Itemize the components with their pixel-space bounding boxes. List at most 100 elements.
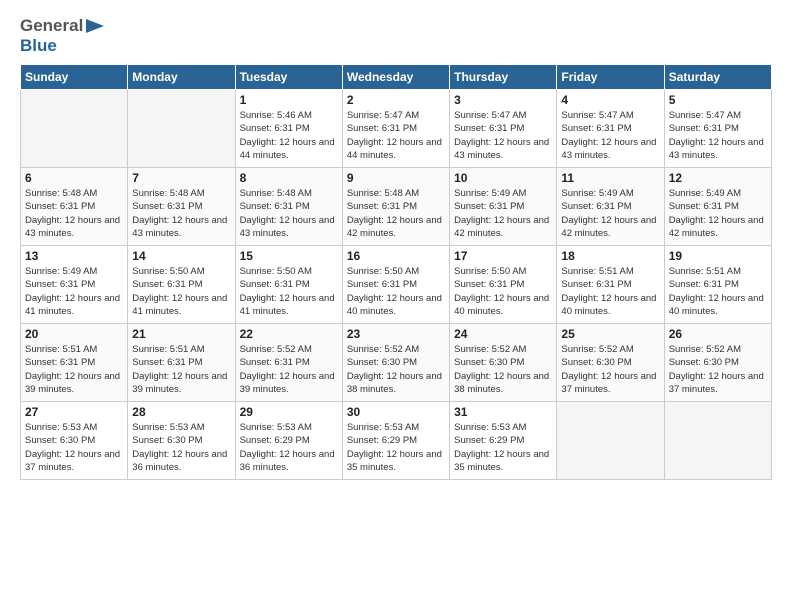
calendar-day-cell: 17 Sunrise: 5:50 AM Sunset: 6:31 PM Dayli… — [450, 246, 557, 324]
calendar-day-cell: 25Sunrise: 5:52 AM Sunset: 6:30 PM Dayli… — [557, 324, 664, 402]
day-number: 17 — [454, 249, 552, 263]
day-number: 9 — [347, 171, 445, 185]
day-info: Sunrise: 5:47 AM Sunset: 6:31 PM Dayligh… — [669, 109, 767, 162]
day-info: Sunrise: 5:52 AM Sunset: 6:30 PM Dayligh… — [561, 343, 659, 396]
calendar-day-cell: 1 Sunrise: 5:46 AM Sunset: 6:31 PM Daylig… — [235, 90, 342, 168]
day-info: Sunrise: 5:52 AM Sunset: 6:30 PM Dayligh… — [347, 343, 445, 396]
day-number: 23 — [347, 327, 445, 341]
calendar-day-cell — [21, 90, 128, 168]
day-info: Sunrise: 5:50 AM Sunset: 6:31 PM Dayligh… — [347, 265, 445, 318]
calendar-day-cell: 23 Sunrise: 5:52 AM Sunset: 6:30 PM Dayli… — [342, 324, 449, 402]
day-info: Sunrise: 5:48 AM Sunset: 6:31 PM Dayligh… — [240, 187, 338, 240]
day-number: 28 — [132, 405, 230, 419]
day-number: 10 — [454, 171, 552, 185]
calendar-day-cell: 30Sunrise: 5:53 AM Sunset: 6:29 PM Dayli… — [342, 402, 449, 480]
calendar-day-cell: 20 Sunrise: 5:51 AM Sunset: 6:31 PM Dayli… — [21, 324, 128, 402]
calendar-day-cell: 13 Sunrise: 5:49 AM Sunset: 6:31 PM Dayli… — [21, 246, 128, 324]
header: General Blue — [20, 16, 772, 56]
calendar-week-row: 1 Sunrise: 5:46 AM Sunset: 6:31 PM Daylig… — [21, 90, 772, 168]
day-number: 31 — [454, 405, 552, 419]
calendar-day-cell: 14 Sunrise: 5:50 AM Sunset: 6:31 PM Dayli… — [128, 246, 235, 324]
logo-general-text: General — [20, 16, 83, 36]
day-info: Sunrise: 5:49 AM Sunset: 6:31 PM Dayligh… — [454, 187, 552, 240]
day-info: Sunrise: 5:47 AM Sunset: 6:31 PM Dayligh… — [347, 109, 445, 162]
day-info: Sunrise: 5:52 AM Sunset: 6:30 PM Dayligh… — [454, 343, 552, 396]
calendar-day-cell — [557, 402, 664, 480]
day-number: 24 — [454, 327, 552, 341]
calendar-week-row: 27 Sunrise: 5:53 AM Sunset: 6:30 PM Dayli… — [21, 402, 772, 480]
day-info: Sunrise: 5:51 AM Sunset: 6:31 PM Dayligh… — [132, 343, 230, 396]
calendar-day-cell: 12 Sunrise: 5:49 AM Sunset: 6:31 PM Dayli… — [664, 168, 771, 246]
calendar-day-cell: 10 Sunrise: 5:49 AM Sunset: 6:31 PM Dayli… — [450, 168, 557, 246]
day-info: Sunrise: 5:53 AM Sunset: 6:29 PM Dayligh… — [240, 421, 338, 474]
calendar-day-cell: 26 Sunrise: 5:52 AM Sunset: 6:30 PM Dayli… — [664, 324, 771, 402]
day-info: Sunrise: 5:50 AM Sunset: 6:31 PM Dayligh… — [132, 265, 230, 318]
day-info: Sunrise: 5:53 AM Sunset: 6:30 PM Dayligh… — [25, 421, 123, 474]
day-number: 12 — [669, 171, 767, 185]
logo-blue-text: Blue — [20, 36, 57, 55]
day-number: 29 — [240, 405, 338, 419]
day-number: 11 — [561, 171, 659, 185]
calendar-day-cell: 6 Sunrise: 5:48 AM Sunset: 6:31 PM Daylig… — [21, 168, 128, 246]
day-number: 18 — [561, 249, 659, 263]
calendar-day-cell: 7 Sunrise: 5:48 AM Sunset: 6:31 PM Daylig… — [128, 168, 235, 246]
calendar-day-cell: 5 Sunrise: 5:47 AM Sunset: 6:31 PM Daylig… — [664, 90, 771, 168]
calendar-week-row: 13 Sunrise: 5:49 AM Sunset: 6:31 PM Dayli… — [21, 246, 772, 324]
day-number: 27 — [25, 405, 123, 419]
page: General Blue SundayMondayTuesdayWednesda… — [0, 0, 792, 496]
day-number: 8 — [240, 171, 338, 185]
calendar-day-cell: 21Sunrise: 5:51 AM Sunset: 6:31 PM Dayli… — [128, 324, 235, 402]
calendar-day-cell: 22Sunrise: 5:52 AM Sunset: 6:31 PM Dayli… — [235, 324, 342, 402]
calendar-day-cell — [128, 90, 235, 168]
day-number: 7 — [132, 171, 230, 185]
day-info: Sunrise: 5:48 AM Sunset: 6:31 PM Dayligh… — [25, 187, 123, 240]
calendar-weekday-header: Saturday — [664, 65, 771, 90]
day-number: 1 — [240, 93, 338, 107]
day-info: Sunrise: 5:50 AM Sunset: 6:31 PM Dayligh… — [454, 265, 552, 318]
day-info: Sunrise: 5:52 AM Sunset: 6:30 PM Dayligh… — [669, 343, 767, 396]
day-info: Sunrise: 5:53 AM Sunset: 6:30 PM Dayligh… — [132, 421, 230, 474]
calendar-day-cell: 28 Sunrise: 5:53 AM Sunset: 6:30 PM Dayli… — [128, 402, 235, 480]
calendar-day-cell: 3 Sunrise: 5:47 AM Sunset: 6:31 PM Daylig… — [450, 90, 557, 168]
day-info: Sunrise: 5:47 AM Sunset: 6:31 PM Dayligh… — [561, 109, 659, 162]
day-number: 4 — [561, 93, 659, 107]
day-info: Sunrise: 5:48 AM Sunset: 6:31 PM Dayligh… — [132, 187, 230, 240]
calendar-day-cell: 11Sunrise: 5:49 AM Sunset: 6:31 PM Dayli… — [557, 168, 664, 246]
calendar-header-row: SundayMondayTuesdayWednesdayThursdayFrid… — [21, 65, 772, 90]
calendar-week-row: 20 Sunrise: 5:51 AM Sunset: 6:31 PM Dayli… — [21, 324, 772, 402]
day-number: 13 — [25, 249, 123, 263]
day-number: 3 — [454, 93, 552, 107]
day-info: Sunrise: 5:53 AM Sunset: 6:29 PM Dayligh… — [347, 421, 445, 474]
calendar-week-row: 6 Sunrise: 5:48 AM Sunset: 6:31 PM Daylig… — [21, 168, 772, 246]
calendar-weekday-header: Sunday — [21, 65, 128, 90]
calendar-day-cell: 27 Sunrise: 5:53 AM Sunset: 6:30 PM Dayli… — [21, 402, 128, 480]
day-number: 5 — [669, 93, 767, 107]
calendar-day-cell: 16 Sunrise: 5:50 AM Sunset: 6:31 PM Dayli… — [342, 246, 449, 324]
calendar-weekday-header: Tuesday — [235, 65, 342, 90]
day-number: 20 — [25, 327, 123, 341]
calendar-day-cell: 8 Sunrise: 5:48 AM Sunset: 6:31 PM Daylig… — [235, 168, 342, 246]
day-number: 6 — [25, 171, 123, 185]
day-info: Sunrise: 5:47 AM Sunset: 6:31 PM Dayligh… — [454, 109, 552, 162]
day-info: Sunrise: 5:49 AM Sunset: 6:31 PM Dayligh… — [25, 265, 123, 318]
day-info: Sunrise: 5:51 AM Sunset: 6:31 PM Dayligh… — [561, 265, 659, 318]
calendar-weekday-header: Friday — [557, 65, 664, 90]
day-info: Sunrise: 5:49 AM Sunset: 6:31 PM Dayligh… — [669, 187, 767, 240]
logo: General Blue — [20, 16, 104, 56]
day-number: 14 — [132, 249, 230, 263]
calendar-weekday-header: Wednesday — [342, 65, 449, 90]
day-number: 19 — [669, 249, 767, 263]
day-number: 2 — [347, 93, 445, 107]
day-number: 16 — [347, 249, 445, 263]
calendar-day-cell: 29 Sunrise: 5:53 AM Sunset: 6:29 PM Dayli… — [235, 402, 342, 480]
day-info: Sunrise: 5:51 AM Sunset: 6:31 PM Dayligh… — [25, 343, 123, 396]
day-info: Sunrise: 5:46 AM Sunset: 6:31 PM Dayligh… — [240, 109, 338, 162]
day-info: Sunrise: 5:50 AM Sunset: 6:31 PM Dayligh… — [240, 265, 338, 318]
logo-arrow-icon — [86, 19, 104, 33]
day-number: 15 — [240, 249, 338, 263]
calendar-day-cell: 4 Sunrise: 5:47 AM Sunset: 6:31 PM Daylig… — [557, 90, 664, 168]
calendar-weekday-header: Thursday — [450, 65, 557, 90]
calendar-day-cell: 9Sunrise: 5:48 AM Sunset: 6:31 PM Daylig… — [342, 168, 449, 246]
day-number: 26 — [669, 327, 767, 341]
calendar-day-cell — [664, 402, 771, 480]
